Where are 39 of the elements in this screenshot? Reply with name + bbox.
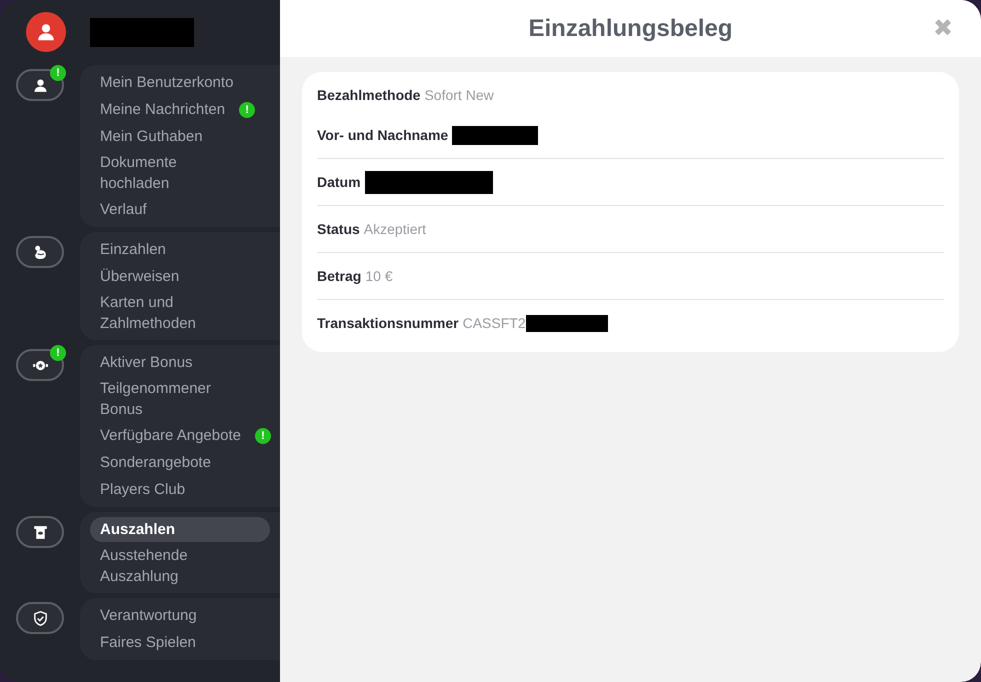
menu-item[interactable]: Faires Spielen xyxy=(90,630,206,655)
alert-badge: ! xyxy=(50,345,66,361)
menu-item[interactable]: Verlauf xyxy=(90,197,157,222)
category-button[interactable] xyxy=(16,516,64,548)
menu-item[interactable]: Verantwortung xyxy=(90,603,207,628)
field-label: Datum xyxy=(317,174,361,190)
category-button[interactable] xyxy=(16,236,64,268)
menu-item[interactable]: Einzahlen xyxy=(90,237,176,262)
field-value: CASSFT2 xyxy=(462,315,526,331)
menu-item[interactable]: Aktiver Bonus xyxy=(90,350,203,375)
shield-check-icon xyxy=(32,610,48,626)
menu-item[interactable]: Meine Nachrichten xyxy=(90,97,236,122)
alert-badge: ! xyxy=(239,102,256,118)
dialog-title: Einzahlungsbeleg xyxy=(528,14,733,42)
atm-icon xyxy=(32,524,48,540)
avatar-icon[interactable] xyxy=(26,12,66,52)
field-value: 10 € xyxy=(365,268,393,284)
menu-item[interactable]: Karten und Zahlmethoden xyxy=(90,290,245,336)
menu-item[interactable]: Sonderangebote xyxy=(90,450,221,475)
menu-item[interactable]: Überweisen xyxy=(90,264,190,289)
user-icon xyxy=(32,76,48,94)
field-label: Vor- und Nachname xyxy=(317,127,448,143)
field-label: Betrag xyxy=(317,268,362,284)
menu-item[interactable]: Players Club xyxy=(90,477,196,502)
alert-badge: ! xyxy=(254,428,271,444)
menu-item[interactable]: Dokumente hochladen xyxy=(90,150,245,196)
field-label: Status xyxy=(317,221,360,237)
field-label: Transaktionsnummer xyxy=(317,315,459,331)
menu-item[interactable]: Ausstehende Auszahlung xyxy=(90,543,245,589)
menu-item[interactable]: Mein Benutzerkonto xyxy=(90,70,244,95)
field-value: Akzeptiert xyxy=(364,221,426,237)
menu-item[interactable]: Auszahlen xyxy=(90,517,270,542)
alert-badge: ! xyxy=(50,65,66,81)
field-label: Bezahlmethode xyxy=(317,87,420,103)
menu-item[interactable]: Teilgenommener Bonus xyxy=(90,376,245,422)
menu-item[interactable]: Verfügbare Angebote xyxy=(90,423,251,448)
field-value: Sofort New xyxy=(424,87,494,103)
menu-item[interactable]: Mein Guthaben xyxy=(90,124,213,149)
category-button[interactable] xyxy=(16,602,64,634)
